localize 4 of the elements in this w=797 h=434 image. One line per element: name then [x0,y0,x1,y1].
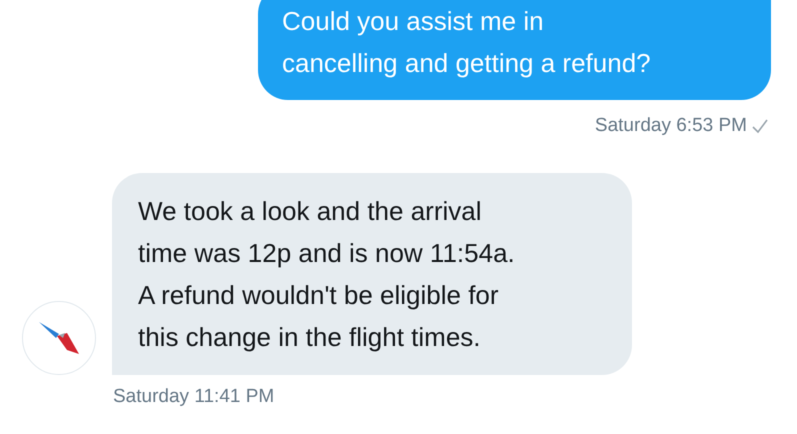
timestamp: Saturday 11:41 PM [113,384,276,408]
timestamp: Saturday 6:53 PM [594,114,747,138]
message-bubble: Could you assist me in cancelling and getting a refund? [258,0,771,100]
message-bubble: We took a look and the arrival time was 12p and is now 11:54a. A refund wouldn't be eligible for this change in the flight times. [112,172,632,374]
